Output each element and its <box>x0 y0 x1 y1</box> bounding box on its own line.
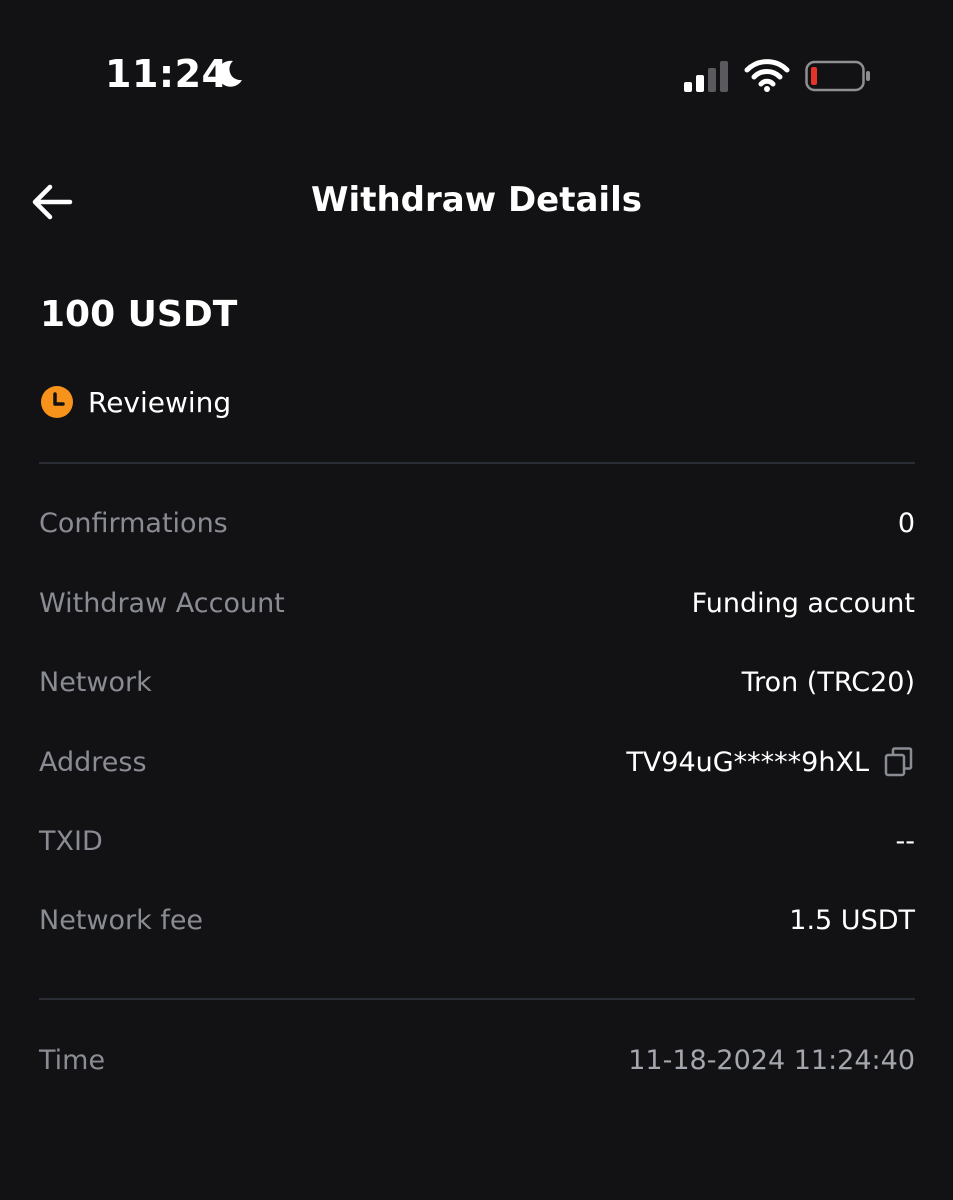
divider <box>39 462 915 464</box>
divider <box>39 998 915 1000</box>
status-text: Reviewing <box>88 385 232 419</box>
wifi-icon <box>744 59 790 92</box>
status-time: 11:24 <box>105 52 229 96</box>
address-value-group: TV94uG*****9hXL <box>626 746 915 778</box>
signal-icon <box>684 61 728 92</box>
detail-label: Withdraw Account <box>39 587 285 619</box>
detail-label: Network fee <box>39 904 204 936</box>
detail-value: Funding account <box>691 587 915 619</box>
header: Withdraw Details <box>0 160 953 244</box>
withdraw-amount: 100 USDT <box>40 294 238 335</box>
detail-row-time: Time 11-18-2024 11:24:40 <box>39 1040 915 1080</box>
detail-label: Time <box>39 1044 106 1076</box>
clock-icon <box>41 386 73 418</box>
copy-icon[interactable] <box>883 746 915 778</box>
status-row: Reviewing <box>40 384 231 420</box>
detail-label: TXID <box>39 825 103 857</box>
detail-value: 1.5 USDT <box>789 904 915 936</box>
battery-icon <box>805 60 870 92</box>
page-title: Withdraw Details <box>311 180 642 220</box>
detail-label: Confirmations <box>39 507 228 539</box>
moon-icon <box>217 60 242 87</box>
detail-label: Network <box>39 666 152 698</box>
time-value: 11-18-2024 11:24:40 <box>628 1044 915 1076</box>
detail-row-address: Address TV94uG*****9hXL <box>39 742 915 782</box>
detail-value: 0 <box>897 507 915 539</box>
detail-value: Tron (TRC20) <box>741 666 915 698</box>
detail-row-txid: TXID -- <box>39 821 915 861</box>
detail-row-withdraw-account: Withdraw Account Funding account <box>39 583 915 623</box>
status-bar: 11:24 <box>0 0 953 150</box>
detail-row-confirmations: Confirmations 0 <box>39 503 915 543</box>
detail-row-network: Network Tron (TRC20) <box>39 662 915 702</box>
address-value: TV94uG*****9hXL <box>626 746 869 778</box>
detail-value: -- <box>895 825 916 857</box>
detail-label: Address <box>39 746 147 778</box>
detail-row-network-fee: Network fee 1.5 USDT <box>39 900 915 940</box>
